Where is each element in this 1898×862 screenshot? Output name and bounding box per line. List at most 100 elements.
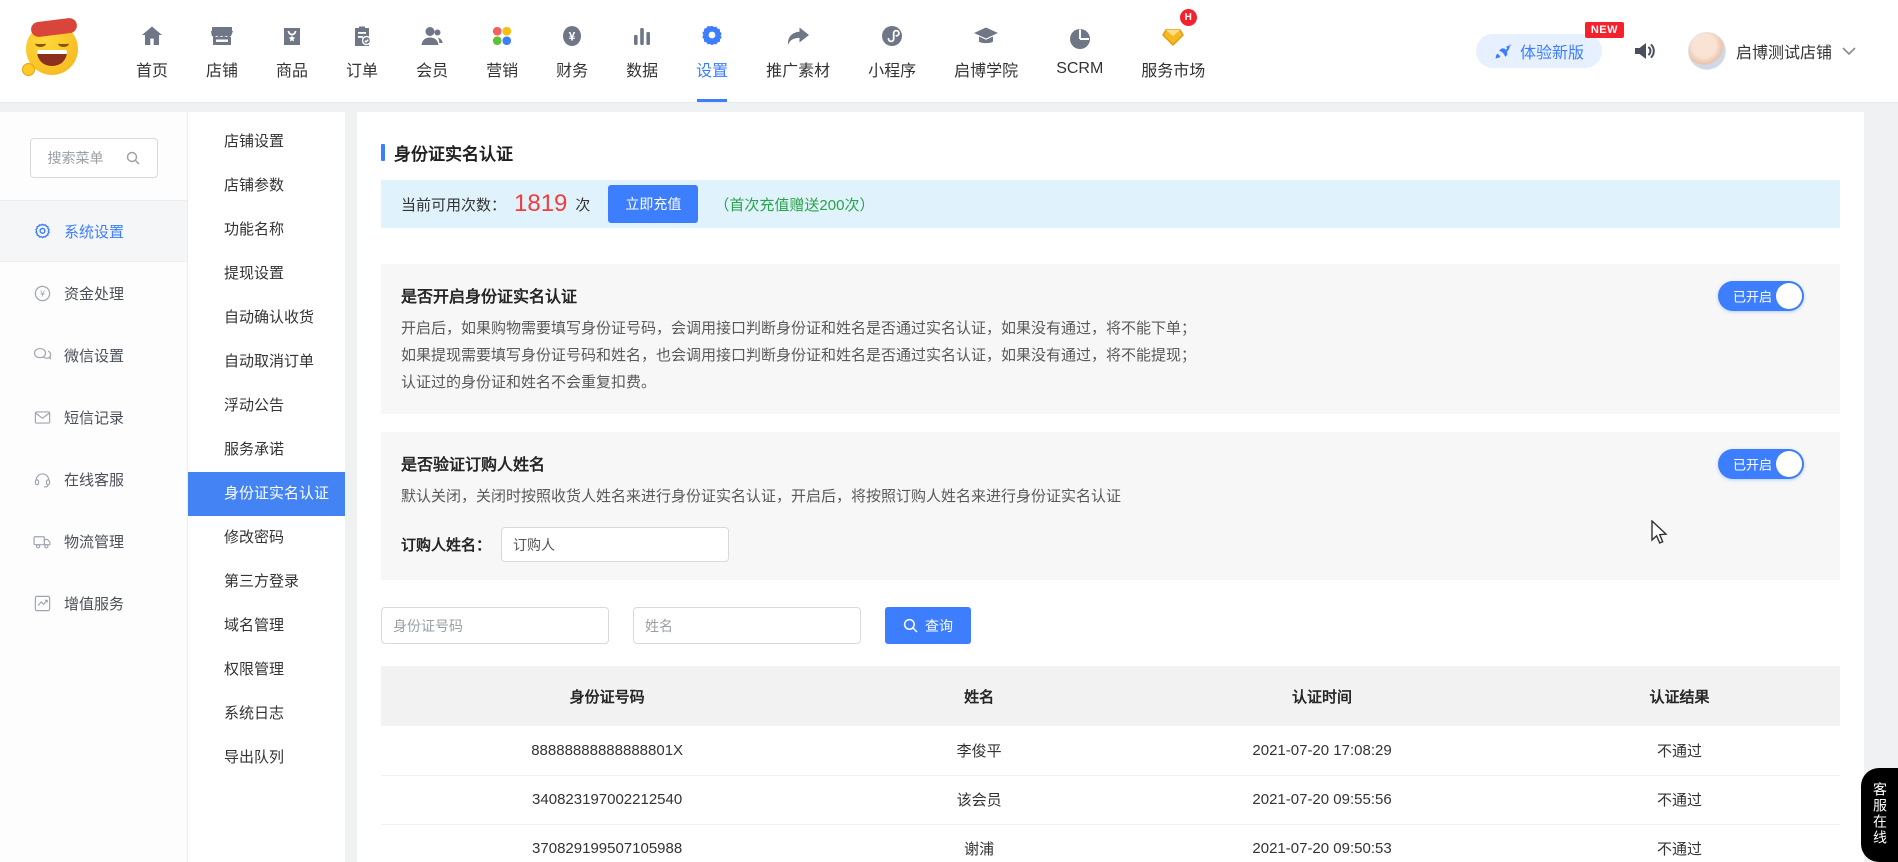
submenu-item-system-log[interactable]: 系统日志 (188, 692, 345, 736)
table-header-row: 身份证号码 姓名 认证时间 认证结果 (381, 666, 1840, 726)
top-bar: 首页 店铺 商品 订单 会员 营销 ¥ 财务 数据 (0, 0, 1898, 103)
new-badge: NEW (1585, 22, 1624, 38)
nav-item-academy[interactable]: 启博学院 (952, 0, 1020, 102)
sidebar-item-system-settings[interactable]: 系统设置 (0, 200, 187, 262)
enable-verification-toggle[interactable]: 已开启 (1718, 281, 1804, 311)
submenu-item-floating-notice[interactable]: 浮动公告 (188, 384, 345, 428)
nav-label: 订单 (346, 57, 378, 81)
submenu-item-permissions[interactable]: 权限管理 (188, 648, 345, 692)
data-icon (630, 22, 654, 48)
submenu-item-shop-settings[interactable]: 店铺设置 (188, 120, 345, 164)
buyer-name-input[interactable] (501, 527, 729, 562)
chevron-down-icon (1842, 47, 1856, 56)
submenu-item-auto-confirm[interactable]: 自动确认收货 (188, 296, 345, 340)
nav-item-marketing[interactable]: 营销 (484, 0, 520, 102)
cell-id-number: 370829199507105988 (381, 824, 833, 862)
nav-item-goods[interactable]: 商品 (274, 0, 310, 102)
wechat-icon (32, 346, 52, 365)
toggle-label: 已开启 (1733, 287, 1772, 306)
sidebar-item-label: 资金处理 (64, 283, 124, 304)
store-name: 启博测试店铺 (1736, 39, 1832, 63)
avatar (1688, 32, 1726, 70)
nav-item-promotion[interactable]: 推广素材 (764, 0, 832, 102)
sidebar-item-value-added[interactable]: 增值服务 (0, 572, 187, 634)
try-new-label: 体验新版 (1520, 39, 1584, 63)
nav-label: 店铺 (206, 57, 238, 81)
try-new-version-button[interactable]: 体验新版 NEW (1476, 34, 1602, 68)
submenu-item-shop-params[interactable]: 店铺参数 (188, 164, 345, 208)
announcement-speaker-icon[interactable] (1632, 38, 1658, 64)
sidebar-item-wechat[interactable]: 微信设置 (0, 324, 187, 386)
section-desc-line: 开启后，如果购物需要填写身份证号码，会调用接口判断身份证和姓名是否通过实名认证，… (401, 315, 1690, 342)
top-bar-right: 体验新版 NEW 启博测试店铺 (1476, 32, 1856, 70)
buyer-name-field-label: 订购人姓名： (401, 534, 491, 555)
cell-time: 2021-07-20 09:55:56 (1125, 775, 1519, 824)
table-row: 370829199507105988 谢浦 2021-07-20 09:50:5… (381, 824, 1840, 862)
submenu-item-auto-cancel[interactable]: 自动取消订单 (188, 340, 345, 384)
submenu-item-domain[interactable]: 域名管理 (188, 604, 345, 648)
customer-service-tab[interactable]: 客服在线 (1861, 768, 1898, 862)
nav-item-store[interactable]: 店铺 (204, 0, 240, 102)
logo-emoji-icon (26, 23, 78, 75)
cell-name: 李俊平 (833, 726, 1125, 775)
submenu-item-export-queue[interactable]: 导出队列 (188, 736, 345, 780)
quota-label: 当前可用次数： (401, 194, 506, 215)
verification-records-table: 身份证号码 姓名 认证时间 认证结果 88888888888888801X 李俊… (381, 666, 1840, 862)
nav-item-data[interactable]: 数据 (624, 0, 660, 102)
order-icon (350, 22, 374, 48)
account-menu[interactable]: 启博测试店铺 (1688, 32, 1856, 70)
verify-buyer-name-toggle[interactable]: 已开启 (1718, 449, 1804, 479)
sidebar-item-online-service[interactable]: 在线客服 (0, 448, 187, 510)
sidebar-item-logistics[interactable]: 物流管理 (0, 510, 187, 572)
submenu-item-third-party-login[interactable]: 第三方登录 (188, 560, 345, 604)
headset-icon (32, 470, 52, 489)
submenu-item-withdraw-settings[interactable]: 提现设置 (188, 252, 345, 296)
nav-item-member[interactable]: 会员 (414, 0, 450, 102)
nav-item-finance[interactable]: ¥ 财务 (554, 0, 590, 102)
nav-item-order[interactable]: 订单 (344, 0, 380, 102)
sidebar-item-funds[interactable]: ¥ 资金处理 (0, 262, 187, 324)
nav-item-mini-program[interactable]: 小程序 (866, 0, 918, 102)
nav-label: 推广素材 (766, 57, 830, 81)
sidebar-search[interactable] (30, 138, 158, 178)
nav-item-scrm[interactable]: SCRM (1054, 0, 1105, 102)
toggle-label: 已开启 (1733, 455, 1772, 474)
submenu-item-feature-names[interactable]: 功能名称 (188, 208, 345, 252)
yuan-coin-icon: ¥ (32, 284, 52, 303)
nav-item-home[interactable]: 首页 (134, 0, 170, 102)
verify-buyer-name-section: 是否验证订购人姓名 默认关闭，关闭时按照收货人姓名来进行身份证实名认证，开启后，… (381, 432, 1840, 580)
nav-label: 设置 (696, 57, 728, 81)
sidebar-item-sms[interactable]: 短信记录 (0, 386, 187, 448)
primary-sidebar: 系统设置 ¥ 资金处理 微信设置 短信记录 在线客服 物流管理 增值服务 (0, 112, 188, 862)
settings-submenu: 店铺设置 店铺参数 功能名称 提现设置 自动确认收货 自动取消订单 浮动公告 服… (188, 112, 345, 862)
academy-icon (973, 22, 999, 48)
table-row: 88888888888888801X 李俊平 2021-07-20 17:08:… (381, 726, 1840, 775)
cell-name: 谢浦 (833, 824, 1125, 862)
sidebar-item-label: 微信设置 (64, 345, 124, 366)
id-number-input[interactable] (381, 607, 609, 644)
svg-text:¥: ¥ (569, 29, 576, 43)
nav-item-settings[interactable]: 设置 (694, 0, 730, 102)
nav-label: 小程序 (868, 57, 916, 81)
sidebar-item-label: 系统设置 (64, 221, 124, 242)
sidebar-item-label: 在线客服 (64, 469, 124, 490)
content-area: 系统设置 ¥ 资金处理 微信设置 短信记录 在线客服 物流管理 增值服务 店铺设… (0, 103, 1898, 862)
sidebar-search-input[interactable] (48, 150, 120, 166)
sidebar-item-label: 物流管理 (64, 531, 124, 552)
app-logo[interactable] (26, 23, 82, 79)
member-icon (419, 22, 445, 48)
submenu-item-service-promise[interactable]: 服务承诺 (188, 428, 345, 472)
col-header-name: 姓名 (833, 666, 1125, 726)
cell-id-number: 340823197002212540 (381, 775, 833, 824)
query-button-label: 查询 (925, 616, 953, 636)
nav-label: 启博学院 (954, 57, 1018, 81)
page-title: 身份证实名认证 (381, 140, 1840, 165)
settings-icon (700, 22, 724, 48)
recharge-button[interactable]: 立即充值 (608, 185, 698, 223)
nav-item-service-market[interactable]: H 服务市场 (1139, 0, 1207, 102)
submenu-item-id-verification[interactable]: 身份证实名认证 (188, 472, 345, 516)
submenu-item-change-password[interactable]: 修改密码 (188, 516, 345, 560)
home-icon (140, 22, 164, 48)
name-input[interactable] (633, 607, 861, 644)
query-button[interactable]: 查询 (885, 607, 971, 644)
